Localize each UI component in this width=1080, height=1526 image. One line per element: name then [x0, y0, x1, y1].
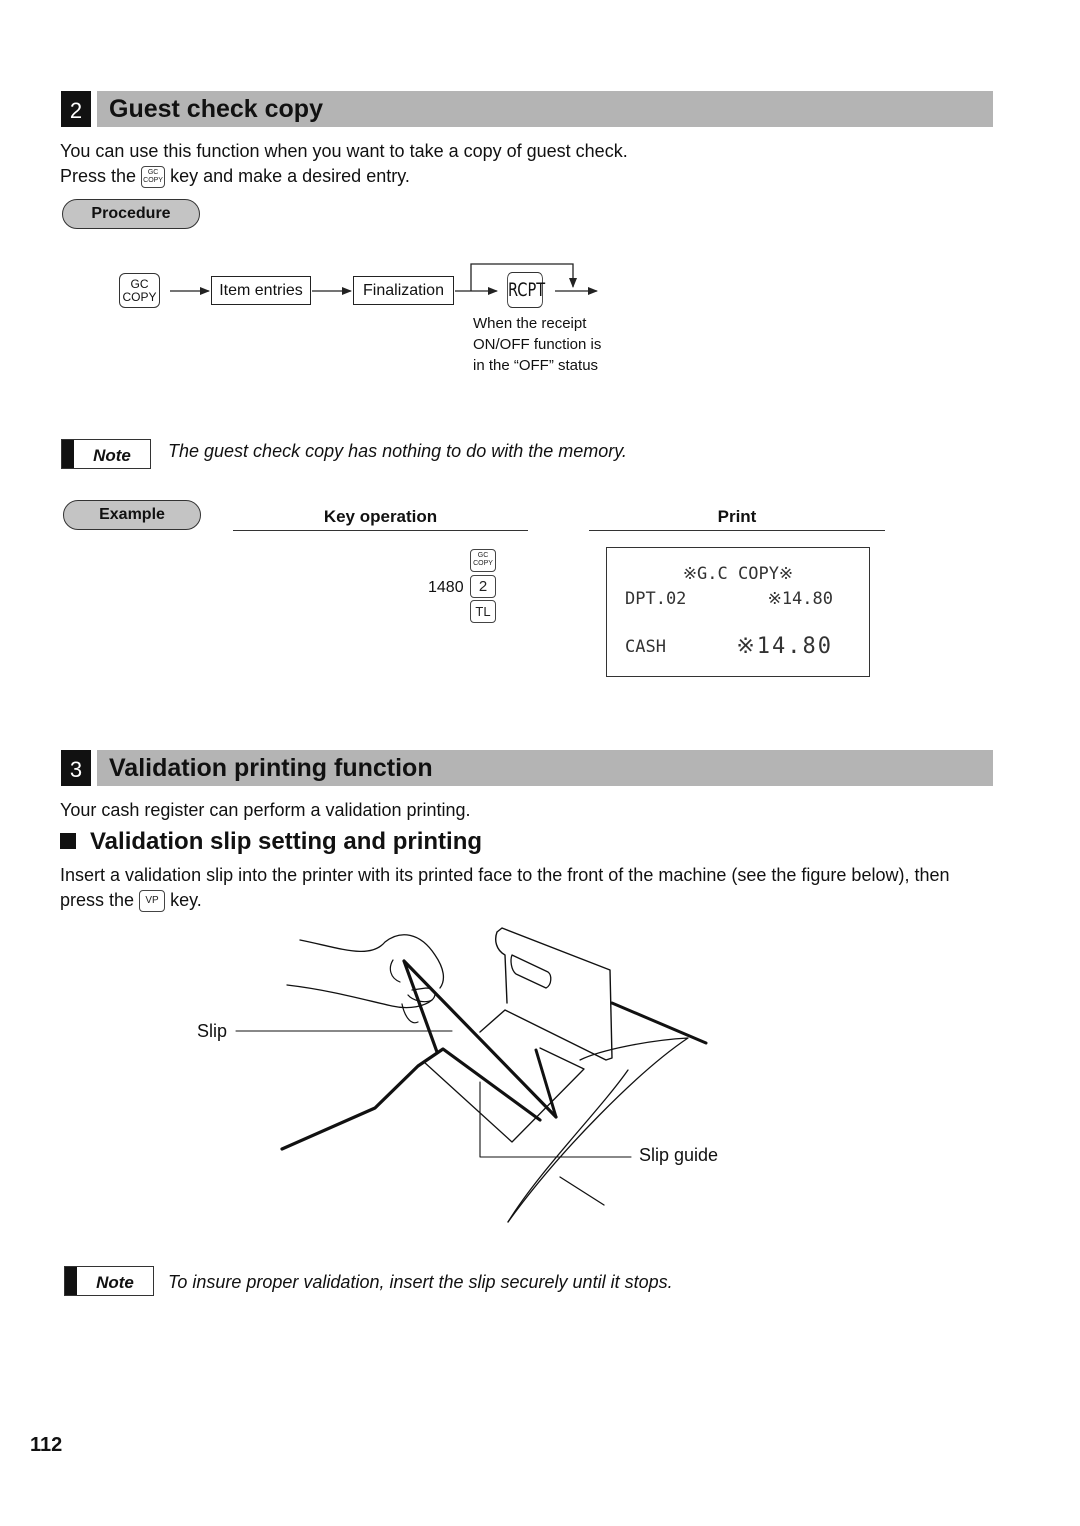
machine-front-edge [280, 1047, 542, 1151]
press-text: press the [60, 890, 135, 910]
subheading-text: Validation slip setting and printing [90, 828, 483, 855]
note-badge-bar [62, 440, 74, 468]
key-bottom-label: COPY [473, 560, 493, 567]
key-text: key. [170, 890, 202, 910]
subheading: Validation slip setting and printing [60, 826, 482, 858]
section-3-body-line1: Insert a validation slip into the printe… [60, 865, 950, 885]
gc-copy-key-icon: GC COPY [470, 549, 496, 572]
rcpt-note-line: ON/OFF function is [473, 336, 602, 353]
machine-body-curve [507, 1037, 689, 1223]
note-text: The guest check copy has nothing to do w… [168, 441, 627, 461]
tl-key: TL [470, 600, 496, 623]
receipt-dept-label: DPT.02 [625, 589, 687, 609]
print-header: Print [589, 506, 885, 531]
square-bullet-icon [60, 833, 76, 849]
cover-handle [510, 954, 552, 989]
rcpt-note: When the receipt ON/OFF function is in t… [473, 313, 601, 376]
key-operation-header: Key operation [233, 506, 528, 531]
section-title-bar: Validation printing function [97, 750, 993, 786]
machine-back-edge [610, 1001, 708, 1045]
vp-key-icon: VP [139, 890, 166, 913]
machine-body-tick [559, 1176, 605, 1206]
slip-insertion-figure [235, 927, 708, 1223]
dept-2-key: 2 [470, 575, 496, 598]
page-number: 112 [30, 1434, 63, 1456]
section-number: 3 [61, 750, 91, 786]
slip-label: Slip [197, 1021, 228, 1041]
section-3-body-line2: press the VP key. [60, 888, 202, 913]
hand-lower [286, 984, 433, 1009]
example-gc-copy-key: GC COPY [470, 549, 496, 572]
receipt-title: ※G.C COPY※ [682, 564, 794, 584]
section-3-intro: Your cash register can perform a validat… [60, 800, 471, 820]
example-label: Example [63, 500, 201, 530]
example-amount: 1480 [428, 579, 464, 596]
section-title: Validation printing function [109, 754, 433, 782]
note-text: To insure proper validation, insert the … [168, 1272, 673, 1292]
receipt-total-amount: ※14.80 [736, 634, 833, 659]
note-badge: Note [64, 1266, 154, 1296]
receipt-total-label: CASH [625, 637, 666, 657]
note-badge-bar [65, 1267, 77, 1295]
machine-body-inner [507, 1069, 629, 1223]
key-top-label: GC [477, 552, 489, 559]
rcpt-note-line: in the “OFF” status [473, 357, 599, 374]
receipt-print: ※G.C COPY※ DPT.02 ※14.80 CASH ※14.80 [606, 547, 870, 677]
note-label: Note [96, 1273, 134, 1292]
note-label: Note [93, 446, 131, 465]
slip-guide-label: Slip guide [639, 1145, 719, 1165]
receipt-dept-amount: ※14.80 [767, 589, 833, 609]
rcpt-note-line: When the receipt [473, 315, 587, 332]
printer-cover [479, 927, 613, 1061]
bypass-arrow [470, 263, 577, 291]
note-badge: Note [61, 439, 151, 469]
section-3-header: 3 Validation printing function [61, 750, 993, 786]
